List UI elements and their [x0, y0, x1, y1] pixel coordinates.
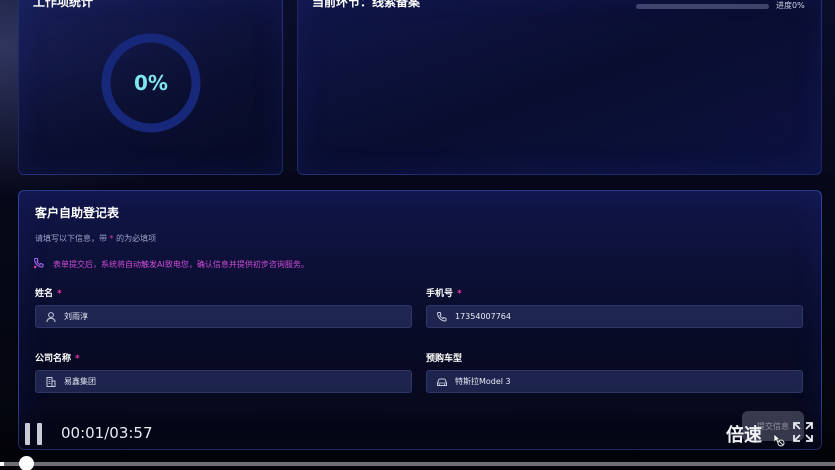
- form-notice: 表单提交后，系统将自动触发AI致电您，确认信息并提供初步咨询服务。: [53, 260, 309, 269]
- required-star: *: [109, 234, 114, 243]
- name-label-text: 姓名: [35, 289, 54, 299]
- stage-progress-bar: [636, 4, 769, 9]
- required-star: *: [57, 289, 62, 299]
- stage-title: 当前环节：线索备案: [312, 0, 421, 9]
- pause-icon-bar: [37, 423, 42, 445]
- required-star: *: [457, 289, 462, 299]
- stage-progress-label: 进度0%: [776, 1, 805, 10]
- subtitle-prefix: 请填写以下信息，带: [35, 234, 107, 243]
- phone-icon: [436, 311, 447, 322]
- video-frame: 工作项统计 0% 当前环节：线索备案 进度0% 客户自助登记表 请填写以下信息，…: [0, 0, 835, 470]
- not-allowed-cursor-icon: [773, 433, 785, 447]
- seek-bar[interactable]: [0, 462, 835, 466]
- phone-field[interactable]: 17354007764: [426, 305, 803, 328]
- company-value: 易鑫集团: [64, 377, 96, 386]
- pause-icon: [25, 423, 30, 445]
- building-icon: [46, 376, 56, 387]
- name-value: 刘雨淳: [64, 312, 88, 321]
- required-star: *: [75, 354, 80, 364]
- phone-label-text: 手机号: [426, 289, 454, 299]
- name-label: 姓名 *: [35, 286, 62, 299]
- phone-call-icon: [33, 258, 44, 269]
- seek-bar-fill: [0, 462, 5, 466]
- car-label: 预购车型: [426, 351, 462, 364]
- work-item-stats-panel: 工作项统计 0%: [18, 0, 283, 175]
- seek-handle[interactable]: [19, 456, 34, 470]
- car-value: 特斯拉Model 3: [455, 377, 511, 386]
- car-icon: [437, 378, 447, 386]
- company-label-text: 公司名称: [35, 354, 72, 364]
- phone-label: 手机号 *: [426, 286, 462, 299]
- name-field[interactable]: 刘雨淳: [35, 305, 412, 328]
- form-subtitle: 请填写以下信息，带 * 的为必填项: [35, 233, 156, 244]
- user-icon: [46, 311, 56, 322]
- progress-ring-value: 0%: [134, 71, 168, 95]
- current-stage-panel: 当前环节：线索备案 进度0%: [297, 0, 822, 175]
- video-player-controls: 00:01/03:57 提交信息 倍速: [0, 405, 835, 470]
- subtitle-suffix: 的为必填项: [116, 234, 157, 243]
- speed-button[interactable]: 倍速: [726, 421, 762, 447]
- pause-button[interactable]: [24, 423, 44, 445]
- company-field[interactable]: 易鑫集团: [35, 370, 412, 393]
- company-label: 公司名称 *: [35, 351, 80, 364]
- fullscreen-icon[interactable]: [792, 421, 814, 443]
- form-title: 客户自助登记表: [35, 206, 120, 220]
- panel-title: 工作项统计: [33, 0, 94, 9]
- phone-value: 17354007764: [455, 312, 511, 321]
- car-label-text: 预购车型: [426, 354, 463, 364]
- playback-time: 00:01/03:57: [61, 424, 153, 442]
- car-field[interactable]: 特斯拉Model 3: [426, 370, 803, 393]
